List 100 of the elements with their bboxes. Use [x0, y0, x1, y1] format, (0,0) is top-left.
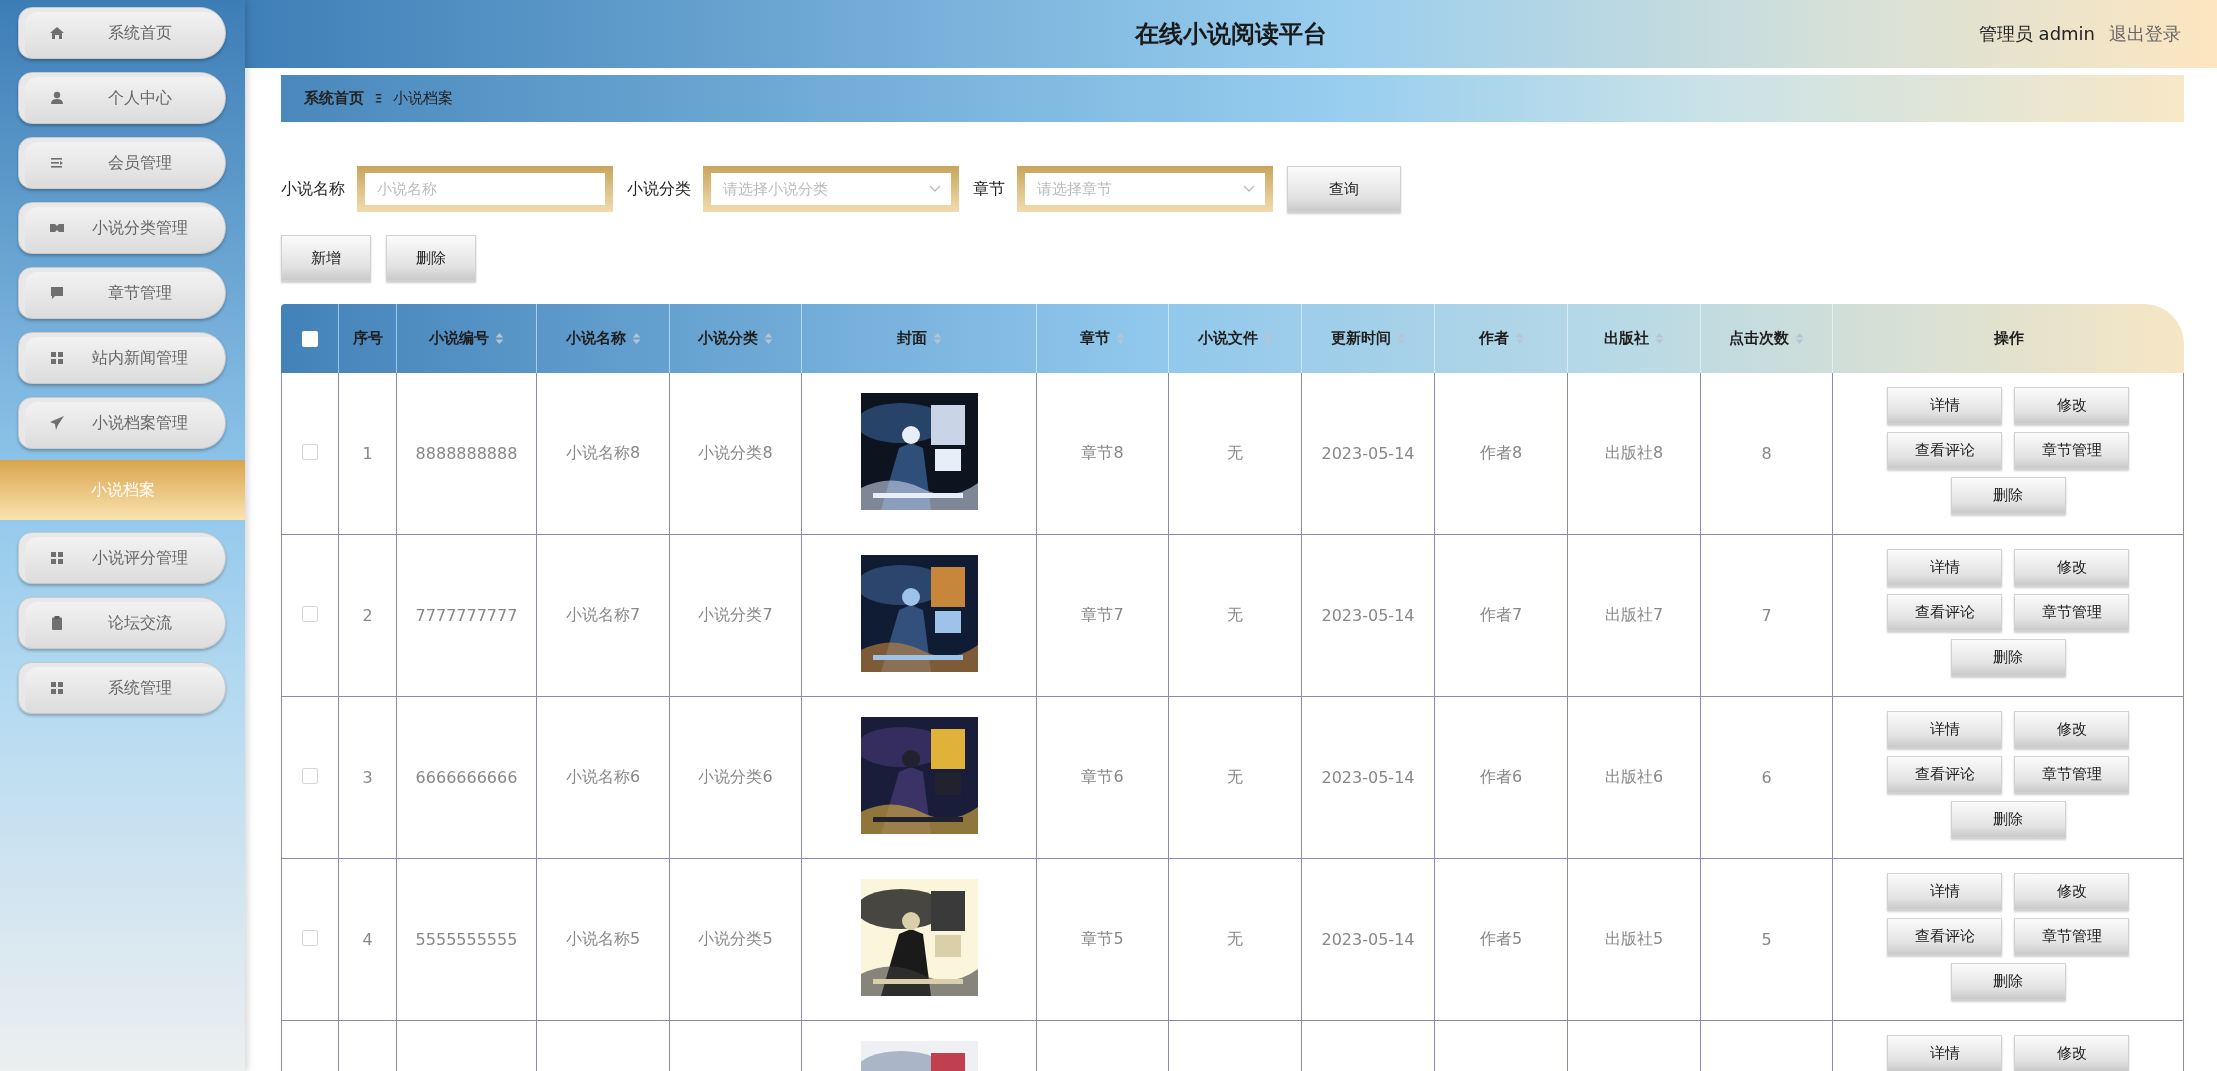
input-field[interactable]: 小说名称	[357, 166, 613, 212]
select-all-checkbox[interactable]	[301, 331, 318, 347]
row-action-button[interactable]: 章节管理	[2014, 918, 2129, 955]
column-header[interactable]: 章节	[1037, 304, 1169, 373]
column-header[interactable]: 点击次数	[1701, 304, 1833, 373]
column-header[interactable]: 封面	[802, 304, 1037, 373]
row-action-button[interactable]: 修改	[2014, 711, 2129, 748]
table-cell: 无	[1227, 767, 1243, 786]
row-action-button[interactable]: 修改	[2014, 387, 2129, 424]
sidebar-item[interactable]: 系统管理	[18, 662, 226, 714]
table-cell: 小说分类5	[698, 929, 773, 948]
row-action-button[interactable]: 修改	[2014, 1035, 2129, 1071]
row-action-button[interactable]: 详情	[1887, 549, 2002, 586]
row-action-button[interactable]: 修改	[2014, 873, 2129, 910]
paper-plane-icon	[49, 415, 65, 431]
row-action-button[interactable]: 章节管理	[2014, 432, 2129, 469]
table-cell: 小说名称5	[565, 929, 641, 948]
grid-icon	[49, 680, 65, 696]
table-cell: 出版社6	[1604, 767, 1664, 786]
sidebar-item[interactable]: 小说分类管理	[18, 202, 226, 254]
table-cell: 小说分类8	[698, 443, 773, 462]
sidebar-item[interactable]: 站内新闻管理	[18, 332, 226, 384]
row-action-button[interactable]: 删除	[1950, 477, 2066, 514]
sidebar-item[interactable]: 小说评分管理	[18, 532, 226, 584]
row-action-button[interactable]: 查看评论	[1887, 918, 2002, 955]
row-action-button[interactable]: 删除	[1950, 963, 2066, 1000]
action-button[interactable]: 删除	[386, 235, 476, 281]
table-cell: 作者7	[1479, 605, 1523, 624]
table-cell: 作者5	[1479, 929, 1523, 948]
sidebar-item[interactable]: 章节管理	[18, 267, 226, 319]
field-label: 小说名称	[281, 178, 345, 200]
column-header[interactable]: 出版社	[1568, 304, 1701, 373]
column-header[interactable]: 序号	[339, 304, 397, 373]
column-header[interactable]: 小说名称	[537, 304, 670, 373]
column-header[interactable]: 更新时间	[1302, 304, 1435, 373]
table-cell: 出版社5	[1604, 929, 1664, 948]
column-header[interactable]: 小说编号	[397, 304, 537, 373]
table-cell: 6	[1761, 768, 1772, 787]
row-action-button[interactable]: 删除	[1950, 639, 2066, 676]
table-cell: 3	[362, 768, 373, 787]
breadcrumb-link[interactable]: 小说档案	[393, 89, 453, 108]
row-action-button[interactable]: 修改	[2014, 549, 2129, 586]
row-action-button[interactable]: 详情	[1887, 1035, 2002, 1071]
column-header[interactable]: 作者	[1435, 304, 1568, 373]
row-action-button[interactable]: 章节管理	[2014, 756, 2129, 793]
table-cell: 小说分类7	[698, 605, 773, 624]
logout-link[interactable]: 退出登录	[2109, 22, 2181, 46]
separator-icon	[374, 92, 383, 105]
table-cell: 2023-05-14	[1321, 444, 1415, 463]
sidebar-item[interactable]: 小说档案管理	[18, 397, 226, 449]
row-action-button[interactable]: 查看评论	[1887, 594, 2002, 631]
grid-icon	[49, 350, 65, 366]
table-cell: 作者8	[1479, 443, 1523, 462]
row-action-button[interactable]: 查看评论	[1887, 432, 2002, 469]
table-cell: 作者6	[1479, 767, 1523, 786]
field-label: 章节	[973, 178, 1005, 200]
row-action-button[interactable]: 章节管理	[2014, 594, 2129, 631]
search-button[interactable]: 查询	[1287, 166, 1401, 212]
sidebar-item[interactable]: 系统首页	[18, 7, 226, 59]
table-cell: 8	[1761, 444, 1772, 463]
row-checkbox[interactable]	[302, 443, 318, 460]
chevron-icon	[1243, 185, 1255, 193]
sidebar-item[interactable]: 个人中心	[18, 72, 226, 124]
table-cell: 出版社8	[1604, 443, 1664, 462]
column-header[interactable]: 操作	[1833, 304, 2184, 373]
row-checkbox[interactable]	[302, 605, 318, 622]
sidebar-item[interactable]: 论坛交流	[18, 597, 226, 649]
table-cell: 2023-05-14	[1321, 768, 1415, 787]
table-cell: 章节6	[1081, 767, 1124, 786]
field-label: 小说分类	[627, 178, 691, 200]
row-action-button[interactable]: 详情	[1887, 711, 2002, 748]
table-cell: 2023-05-14	[1321, 606, 1415, 625]
chat-icon	[49, 285, 65, 301]
home-icon	[49, 25, 65, 41]
table-cell: 2	[362, 606, 373, 625]
table-cell: 小说名称6	[565, 767, 641, 786]
chevron-icon	[929, 185, 941, 193]
table-cell: 1	[362, 444, 373, 463]
table-cell: 小说分类6	[698, 767, 773, 786]
table-cell: 6666666666	[415, 768, 518, 787]
table-cell: 7	[1761, 606, 1772, 625]
sidebar-item[interactable]: 会员管理	[18, 137, 226, 189]
table-cell: 8888888888	[415, 444, 518, 463]
column-header[interactable]: 小说分类	[670, 304, 802, 373]
action-button[interactable]: 新增	[281, 235, 371, 281]
table-cell: 无	[1227, 929, 1243, 948]
row-checkbox[interactable]	[302, 929, 318, 946]
table-cell: 7777777777	[415, 606, 518, 625]
table-cell: 小说名称8	[565, 443, 641, 462]
row-action-button[interactable]: 详情	[1887, 873, 2002, 910]
table-cell: 5555555555	[415, 930, 518, 949]
row-action-button[interactable]: 详情	[1887, 387, 2002, 424]
column-header[interactable]: 小说文件	[1169, 304, 1302, 373]
row-action-button[interactable]: 查看评论	[1887, 756, 2002, 793]
table-cell: 章节8	[1081, 443, 1124, 462]
grid-icon	[49, 550, 65, 566]
row-action-button[interactable]: 删除	[1950, 801, 2066, 838]
breadcrumb-link[interactable]: 系统首页	[304, 89, 364, 108]
user-icon	[49, 90, 65, 106]
row-checkbox[interactable]	[302, 767, 318, 784]
